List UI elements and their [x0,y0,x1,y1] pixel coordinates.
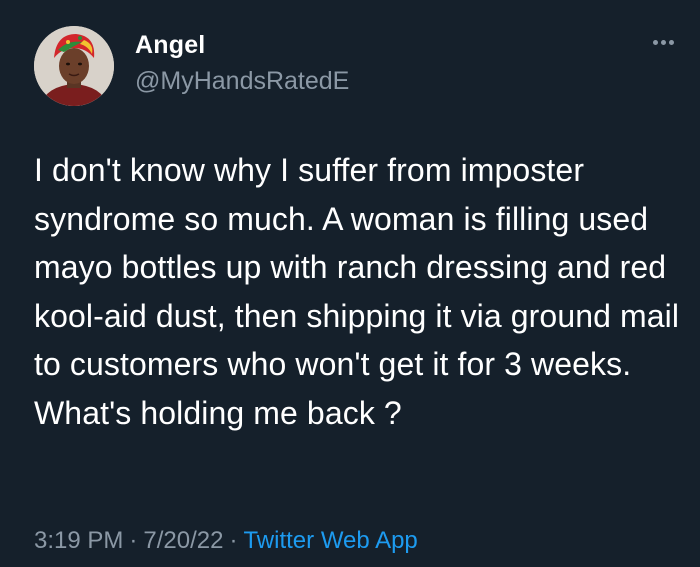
tweet-text: I don't know why I suffer from imposter … [34,152,680,431]
avatar-image [34,26,114,106]
meta-separator: · [129,527,138,554]
tweet-source-link[interactable]: Twitter Web App [243,527,417,554]
meta-separator: · [229,527,238,554]
author-name[interactable]: Angel [135,30,205,60]
tweet-time[interactable]: 3:19 PM [34,527,123,554]
more-options-icon[interactable] [646,30,680,54]
tweet-date[interactable]: 7/20/22 [143,527,223,554]
avatar[interactable] [34,26,114,106]
tweet: Angel @MyHandsRatedE I don't know why I … [0,0,700,567]
author-handle[interactable]: @MyHandsRatedE [135,66,349,96]
tweet-metadata: 3:19 PM · 7/20/22 · Twitter Web App [34,525,418,557]
